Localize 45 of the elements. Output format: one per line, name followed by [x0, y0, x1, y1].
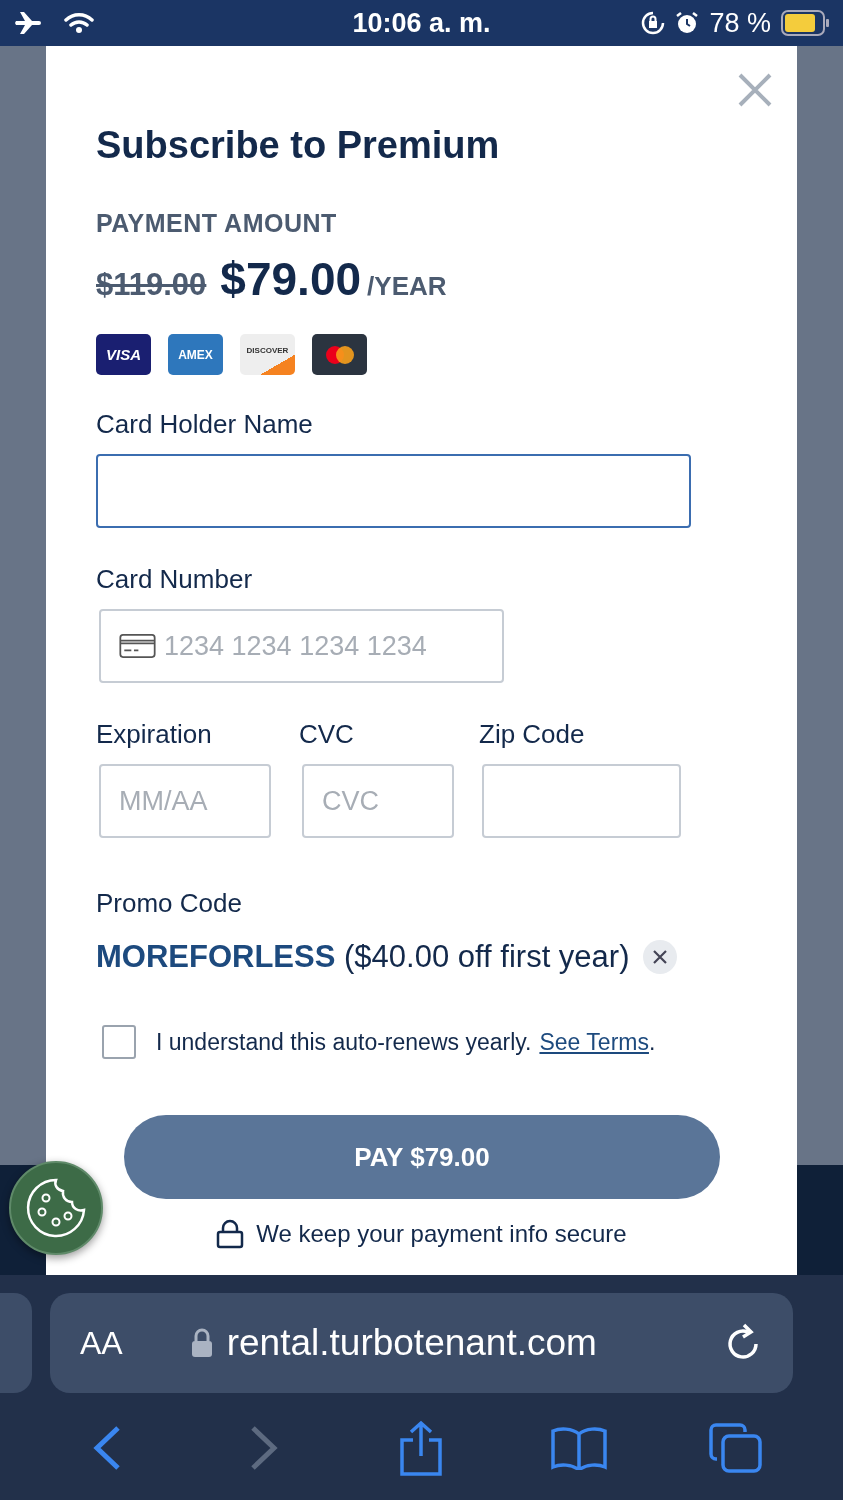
price-period: /YEAR — [367, 271, 447, 302]
field-label: Zip Code — [479, 719, 586, 750]
input-field[interactable] — [482, 764, 681, 838]
remove-promo-button[interactable] — [643, 940, 678, 974]
address-bar[interactable]: AA rental.turbotenant.com — [50, 1293, 793, 1393]
text-size-button[interactable]: AA — [80, 1324, 123, 1362]
back-icon[interactable] — [91, 1425, 122, 1471]
mastercard-logo — [312, 334, 367, 375]
lock-icon — [190, 1328, 213, 1358]
cookie-settings-button[interactable] — [9, 1161, 103, 1255]
old-price: $119.00 — [96, 267, 207, 303]
battery-percent: 78 % — [709, 7, 771, 39]
pay-button[interactable]: PAY $79.00 — [124, 1115, 720, 1199]
card-number-field[interactable]: 1234 1234 1234 1234 — [99, 609, 504, 683]
wifi-icon — [64, 12, 94, 34]
field-label: Card Number — [96, 564, 254, 595]
card-icon — [119, 632, 156, 660]
amex-logo: AMEX — [168, 334, 223, 375]
battery-icon — [781, 10, 829, 36]
discover-logo: DISCOVER — [240, 334, 295, 375]
modal-title: Subscribe to Premium — [96, 124, 501, 167]
field-label: Expiration — [96, 719, 213, 750]
lock-icon — [216, 1219, 245, 1249]
close-icon — [653, 950, 668, 964]
checkbox[interactable] — [102, 1025, 136, 1059]
forward-icon[interactable] — [249, 1425, 280, 1471]
card-holder-field[interactable] — [96, 454, 691, 528]
rotation-lock-icon — [641, 11, 666, 35]
secure-note: We keep your payment info secure — [256, 1220, 627, 1248]
payment-amount-label: PAYMENT AMOUNT — [96, 209, 338, 238]
see-terms-link[interactable]: See Terms — [539, 1028, 649, 1055]
input-field[interactable]: CVC — [302, 764, 454, 838]
url-text: rental.turbotenant.com — [226, 1322, 597, 1364]
field-label: CVC — [299, 719, 355, 750]
applied-promo-code: MOREFORLESS ($40.00 off first year) — [96, 939, 630, 975]
visa-logo: VISA — [96, 334, 151, 375]
input-field[interactable]: MM/AA — [99, 764, 271, 838]
clock-time: 10:06 a. m. — [352, 7, 491, 39]
airplane-icon — [14, 11, 42, 35]
field-label: Promo Code — [96, 888, 243, 919]
field-label: Card Holder Name — [96, 409, 314, 440]
alarm-icon — [675, 11, 700, 35]
terms-text: I understand this auto-renews yearly. See Terms. — [156, 1028, 656, 1056]
close-button[interactable] — [737, 72, 773, 108]
price: $79.00 — [220, 252, 362, 306]
